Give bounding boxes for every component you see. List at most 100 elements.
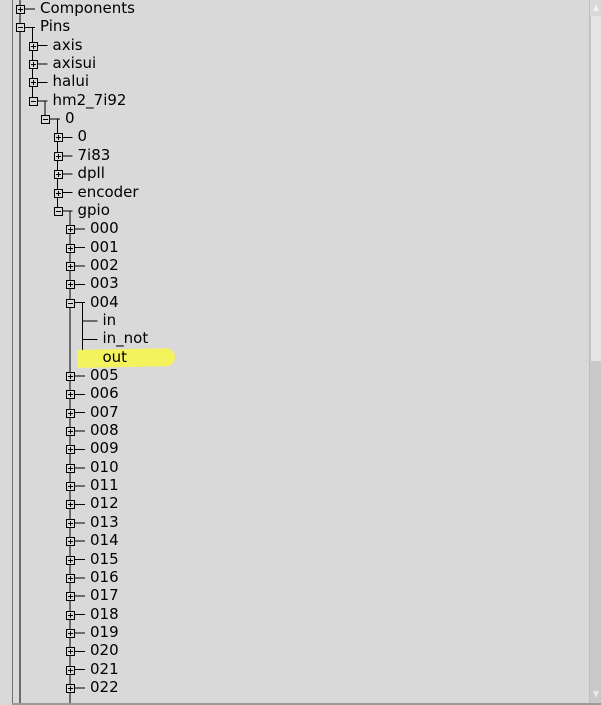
- tree-node[interactable]: hm2_7i92: [53, 91, 127, 109]
- tree-node-label: 018: [90, 604, 119, 623]
- tree-node[interactable]: 002: [90, 256, 119, 274]
- expand-icon[interactable]: [66, 592, 75, 602]
- expand-icon[interactable]: [66, 537, 75, 547]
- expand-icon[interactable]: [66, 225, 75, 235]
- expand-icon[interactable]: [66, 463, 75, 473]
- tree-node-label: 009: [90, 439, 119, 458]
- tree-node[interactable]: out: [76, 348, 175, 368]
- tree-node[interactable]: in: [103, 311, 117, 329]
- collapse-icon[interactable]: [53, 206, 63, 216]
- scroll-down-arrow-icon[interactable]: [590, 687, 601, 703]
- vertical-scrollbar[interactable]: [589, 0, 601, 703]
- tree-node[interactable]: 000: [90, 219, 119, 237]
- expand-icon[interactable]: [66, 482, 75, 492]
- expand-icon[interactable]: [66, 243, 75, 253]
- tree-node[interactable]: 003: [90, 274, 119, 292]
- tree-node-label: 008: [90, 421, 119, 440]
- tree-node[interactable]: Components: [40, 0, 135, 17]
- tree-node-label: 020: [90, 641, 119, 660]
- tree-node[interactable]: 022: [90, 678, 119, 696]
- expand-icon[interactable]: [66, 372, 75, 381]
- tree-node-label: 001: [90, 237, 119, 256]
- tree-node[interactable]: 016: [90, 568, 119, 586]
- tree-node[interactable]: 004: [90, 293, 119, 311]
- expand-icon[interactable]: [66, 445, 75, 455]
- tree-node-label: 007: [90, 402, 119, 421]
- tree-node-label: 022: [90, 677, 119, 696]
- tree-node[interactable]: 017: [90, 586, 119, 604]
- expand-icon[interactable]: [66, 518, 75, 528]
- tree-node[interactable]: 0: [78, 127, 88, 145]
- tree-node-label: 017: [90, 586, 119, 605]
- tree-node[interactable]: 014: [90, 531, 119, 549]
- scrollbar-thumb[interactable]: [591, 16, 601, 361]
- tree-node-label: 010: [90, 457, 119, 476]
- tree-node[interactable]: 020: [90, 641, 119, 659]
- collapse-icon[interactable]: [28, 96, 38, 106]
- tree-node-label: 005: [90, 366, 119, 384]
- expand-icon[interactable]: [66, 408, 75, 418]
- expand-icon[interactable]: [66, 261, 75, 271]
- expand-icon[interactable]: [53, 151, 63, 161]
- tree-node[interactable]: 006: [90, 384, 119, 402]
- tree-node-label: 019: [90, 622, 119, 641]
- tree-node[interactable]: gpio: [78, 201, 110, 219]
- tree-node[interactable]: 012: [90, 494, 119, 512]
- tree-node[interactable]: 011: [90, 476, 119, 494]
- tree-node[interactable]: 007: [90, 403, 119, 421]
- expand-icon[interactable]: [66, 427, 75, 437]
- collapse-icon[interactable]: [16, 23, 25, 33]
- tree-node[interactable]: halui: [53, 72, 90, 90]
- expand-icon[interactable]: [66, 573, 75, 583]
- tree-node[interactable]: axis: [53, 36, 83, 54]
- expand-icon[interactable]: [28, 41, 38, 51]
- expand-icon[interactable]: [66, 665, 75, 675]
- tree-node[interactable]: 005: [90, 366, 119, 384]
- expand-icon[interactable]: [66, 683, 75, 693]
- tree-node-label: Components: [40, 0, 135, 17]
- tree-node-label: 013: [90, 512, 119, 531]
- expand-icon[interactable]: [53, 133, 63, 143]
- tree-node[interactable]: 008: [90, 421, 119, 439]
- expand-icon[interactable]: [53, 170, 63, 180]
- tree-node-label: gpio: [77, 200, 110, 219]
- tree-node[interactable]: 009: [90, 439, 119, 457]
- tree-node[interactable]: 013: [90, 513, 119, 531]
- tree-node[interactable]: 001: [90, 238, 119, 256]
- tree-node[interactable]: Pins: [40, 17, 70, 35]
- tree-node[interactable]: 0: [65, 109, 75, 127]
- expand-icon[interactable]: [66, 647, 75, 657]
- tree-node[interactable]: 021: [90, 660, 119, 678]
- tree-node-label: 006: [90, 384, 119, 403]
- collapse-icon[interactable]: [41, 115, 50, 125]
- tree-node[interactable]: dpll: [78, 164, 105, 182]
- tree-node[interactable]: axisui: [53, 54, 97, 72]
- tree-node-label: 7i83: [77, 145, 111, 164]
- expand-icon[interactable]: [66, 555, 75, 565]
- tree-node[interactable]: in_not: [103, 329, 149, 347]
- tree-node[interactable]: 019: [90, 623, 119, 641]
- expand-icon[interactable]: [28, 60, 38, 70]
- tree-node-label: in_not: [102, 329, 149, 348]
- tree-view[interactable]: Components Pins axis axisui halui hm2_7i92 0 0 7…: [12, 0, 590, 703]
- expand-icon[interactable]: [66, 390, 75, 400]
- tree-node[interactable]: 015: [90, 550, 119, 568]
- tree-node-label: in: [102, 310, 117, 329]
- tree-node-label: 012: [90, 494, 119, 513]
- tree-node-label: 002: [90, 255, 119, 274]
- scroll-up-arrow-icon[interactable]: [590, 0, 601, 16]
- tree-node-label: 0: [65, 109, 75, 128]
- expand-icon[interactable]: [66, 280, 75, 290]
- expand-icon[interactable]: [16, 5, 25, 14]
- expand-icon[interactable]: [28, 78, 38, 88]
- tree-node[interactable]: encoder: [78, 183, 139, 201]
- expand-icon[interactable]: [66, 610, 75, 620]
- tree-node[interactable]: 010: [90, 458, 119, 476]
- tree-node[interactable]: 7i83: [78, 146, 111, 164]
- collapse-icon[interactable]: [66, 298, 75, 308]
- expand-icon[interactable]: [66, 628, 75, 638]
- tree-node-label: 003: [90, 274, 119, 293]
- tree-node[interactable]: 018: [90, 605, 119, 623]
- expand-icon[interactable]: [66, 500, 75, 510]
- expand-icon[interactable]: [53, 188, 63, 198]
